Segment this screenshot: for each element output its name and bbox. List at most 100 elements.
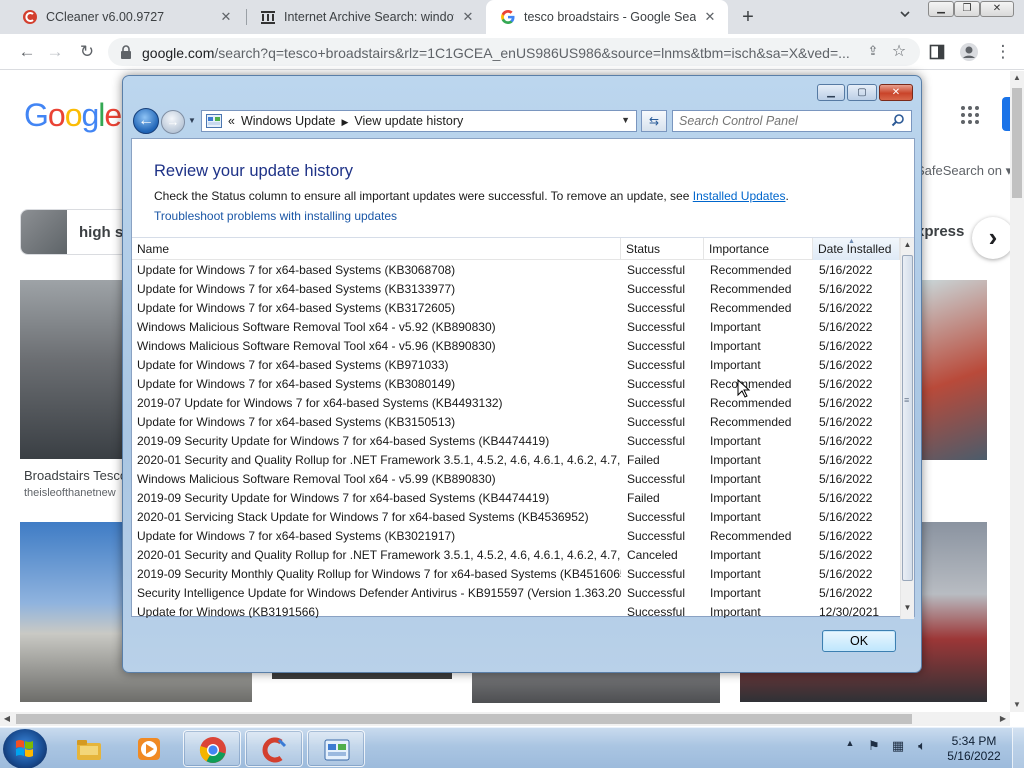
- related-search-chip[interactable]: high st: [20, 209, 130, 255]
- installed-updates-link[interactable]: Installed Updates: [693, 189, 786, 203]
- scrollbar-thumb[interactable]: [902, 255, 913, 581]
- image-result[interactable]: [472, 671, 720, 703]
- forward-arrow-icon[interactable]: →: [44, 41, 66, 63]
- minimize-window-button[interactable]: ▁: [928, 1, 954, 17]
- troubleshoot-link[interactable]: Troubleshoot problems with installing up…: [154, 209, 397, 223]
- show-desktop-button[interactable]: [1012, 728, 1024, 768]
- scroll-down-arrow-icon[interactable]: ▼: [901, 603, 914, 617]
- volume-icon[interactable]: 🔈︎: [914, 738, 930, 756]
- scroll-up-arrow-icon[interactable]: ▲: [1010, 71, 1024, 85]
- column-header-date-installed[interactable]: Date Installed: [813, 238, 900, 260]
- restore-window-button[interactable]: ❐: [954, 1, 980, 17]
- profile-avatar-icon[interactable]: [958, 41, 980, 63]
- image-caption[interactable]: Broadstairs Tesco: [24, 468, 127, 483]
- related-search-chip-label[interactable]: xpress: [916, 223, 964, 240]
- column-header-name[interactable]: Name: [132, 238, 621, 260]
- new-tab-button[interactable]: +: [736, 5, 760, 29]
- update-name-cell: Security Intelligence Update for Windows…: [137, 586, 621, 600]
- table-row[interactable]: 2019-09 Security Monthly Quality Rollup …: [132, 565, 900, 584]
- column-header-importance[interactable]: Importance: [704, 238, 813, 260]
- image-result[interactable]: [20, 280, 125, 459]
- google-apps-grid-icon[interactable]: [960, 105, 980, 125]
- taskbar-chrome[interactable]: [183, 730, 241, 767]
- table-row[interactable]: Update for Windows 7 for x64-based Syste…: [132, 527, 900, 546]
- tab-ccleaner[interactable]: CCleaner v6.00.9727 ✕: [8, 0, 244, 34]
- table-row[interactable]: Update for Windows 7 for x64-based Syste…: [132, 261, 900, 280]
- close-icon[interactable]: ✕: [218, 9, 234, 25]
- taskbar-control-panel[interactable]: [307, 730, 365, 767]
- image-result[interactable]: [922, 280, 987, 460]
- address-bar[interactable]: google.com/search?q=tesco+broadstairs&rl…: [108, 38, 920, 66]
- sign-in-button[interactable]: [1002, 97, 1010, 131]
- recent-pages-dropdown-icon[interactable]: ▼: [188, 116, 198, 126]
- list-vertical-scrollbar[interactable]: ▲ ≡ ▼: [900, 238, 914, 619]
- minimize-window-button[interactable]: ▁: [817, 84, 845, 101]
- page-vertical-scrollbar[interactable]: ▲ ▼: [1010, 71, 1024, 712]
- scroll-right-arrow-icon[interactable]: ▶: [996, 712, 1010, 726]
- back-arrow-icon[interactable]: ←: [133, 108, 159, 134]
- taskbar-ccleaner[interactable]: [245, 730, 303, 767]
- show-hidden-icons-icon[interactable]: ▲: [842, 738, 858, 756]
- kebab-menu-icon[interactable]: ⋮: [992, 41, 1014, 63]
- maximize-window-button[interactable]: ▢: [847, 84, 877, 101]
- close-window-button[interactable]: ✕: [879, 84, 913, 101]
- side-panel-icon[interactable]: [926, 41, 948, 63]
- scroll-up-arrow-icon[interactable]: ▲: [901, 240, 914, 254]
- back-arrow-icon[interactable]: ←: [16, 41, 38, 63]
- scrollbar-thumb[interactable]: [1012, 88, 1022, 198]
- google-logo[interactable]: Google: [24, 97, 122, 134]
- close-icon[interactable]: ✕: [702, 9, 718, 25]
- table-row[interactable]: 2020-01 Security and Quality Rollup for …: [132, 546, 900, 565]
- column-header-status[interactable]: Status: [621, 238, 704, 260]
- tab-google-search[interactable]: tesco broadstairs - Google Search ✕: [486, 0, 728, 34]
- scroll-left-arrow-icon[interactable]: ◀: [0, 712, 14, 726]
- table-row[interactable]: Update for Windows 7 for x64-based Syste…: [132, 299, 900, 318]
- table-row[interactable]: Update for Windows 7 for x64-based Syste…: [132, 280, 900, 299]
- forward-arrow-icon[interactable]: →: [161, 110, 185, 134]
- breadcrumb-address-bar[interactable]: « Windows Update ▶ View update history ▼: [201, 110, 637, 132]
- table-row[interactable]: 2020-01 Security and Quality Rollup for …: [132, 451, 900, 470]
- table-row[interactable]: Update for Windows 7 for x64-based Syste…: [132, 356, 900, 375]
- share-icon[interactable]: ⇪: [864, 43, 882, 61]
- search-icon[interactable]: [891, 113, 907, 129]
- status-cell: Successful: [627, 472, 686, 486]
- close-window-button[interactable]: ✕: [980, 1, 1014, 17]
- table-row[interactable]: 2019-07 Update for Windows 7 for x64-bas…: [132, 394, 900, 413]
- table-row[interactable]: 2019-09 Security Update for Windows 7 fo…: [132, 432, 900, 451]
- action-center-flag-icon[interactable]: ⚑: [866, 738, 882, 756]
- network-icon[interactable]: ▦: [890, 738, 906, 756]
- page-horizontal-scrollbar[interactable]: ◀ ▶: [0, 712, 1010, 726]
- bookmark-star-icon[interactable]: ☆: [890, 41, 908, 60]
- table-row[interactable]: 2020-01 Servicing Stack Update for Windo…: [132, 508, 900, 527]
- table-row[interactable]: Windows Malicious Software Removal Tool …: [132, 470, 900, 489]
- chevron-right-icon[interactable]: ›: [972, 217, 1010, 259]
- safesearch-toggle[interactable]: SafeSearch on ▾: [916, 163, 1010, 179]
- start-button[interactable]: [3, 729, 47, 768]
- table-row[interactable]: Windows Malicious Software Removal Tool …: [132, 318, 900, 337]
- table-row[interactable]: Security Intelligence Update for Windows…: [132, 584, 900, 603]
- close-icon[interactable]: ✕: [460, 9, 476, 25]
- explorer-navigation-bar: ← → ▼ « Windows Update ▶ View update histor…: [131, 108, 915, 134]
- breadcrumb-windows-update[interactable]: Windows Update: [241, 114, 336, 128]
- tab-internet-archive[interactable]: Internet Archive Search: windows ✕: [246, 0, 486, 34]
- table-row[interactable]: Update for Windows (KB3191566) Successful…: [132, 603, 900, 618]
- taskbar-windows-explorer[interactable]: [60, 730, 118, 767]
- importance-cell: Recommended: [710, 263, 792, 277]
- refresh-icon[interactable]: ⇆: [641, 110, 667, 132]
- scroll-down-arrow-icon[interactable]: ▼: [1010, 698, 1024, 712]
- table-row[interactable]: Update for Windows 7 for x64-based Syste…: [132, 375, 900, 394]
- table-row[interactable]: 2019-09 Security Update for Windows 7 fo…: [132, 489, 900, 508]
- scrollbar-thumb[interactable]: [16, 714, 912, 724]
- breadcrumb-overflow-icon[interactable]: «: [228, 114, 235, 128]
- search-input[interactable]: [679, 113, 887, 129]
- table-row[interactable]: Windows Malicious Software Removal Tool …: [132, 337, 900, 356]
- search-control-panel-field[interactable]: [672, 110, 912, 132]
- taskbar-media-player[interactable]: [120, 730, 178, 767]
- system-clock[interactable]: 5:34 PM 5/16/2022: [942, 734, 1006, 764]
- ok-button[interactable]: OK: [822, 630, 896, 652]
- reload-icon[interactable]: ↻: [76, 41, 98, 63]
- address-history-dropdown-icon[interactable]: ▼: [621, 115, 630, 125]
- chevron-down-icon[interactable]: [896, 8, 914, 26]
- breadcrumb-view-update-history[interactable]: View update history: [354, 114, 463, 128]
- table-row[interactable]: Update for Windows 7 for x64-based Syste…: [132, 413, 900, 432]
